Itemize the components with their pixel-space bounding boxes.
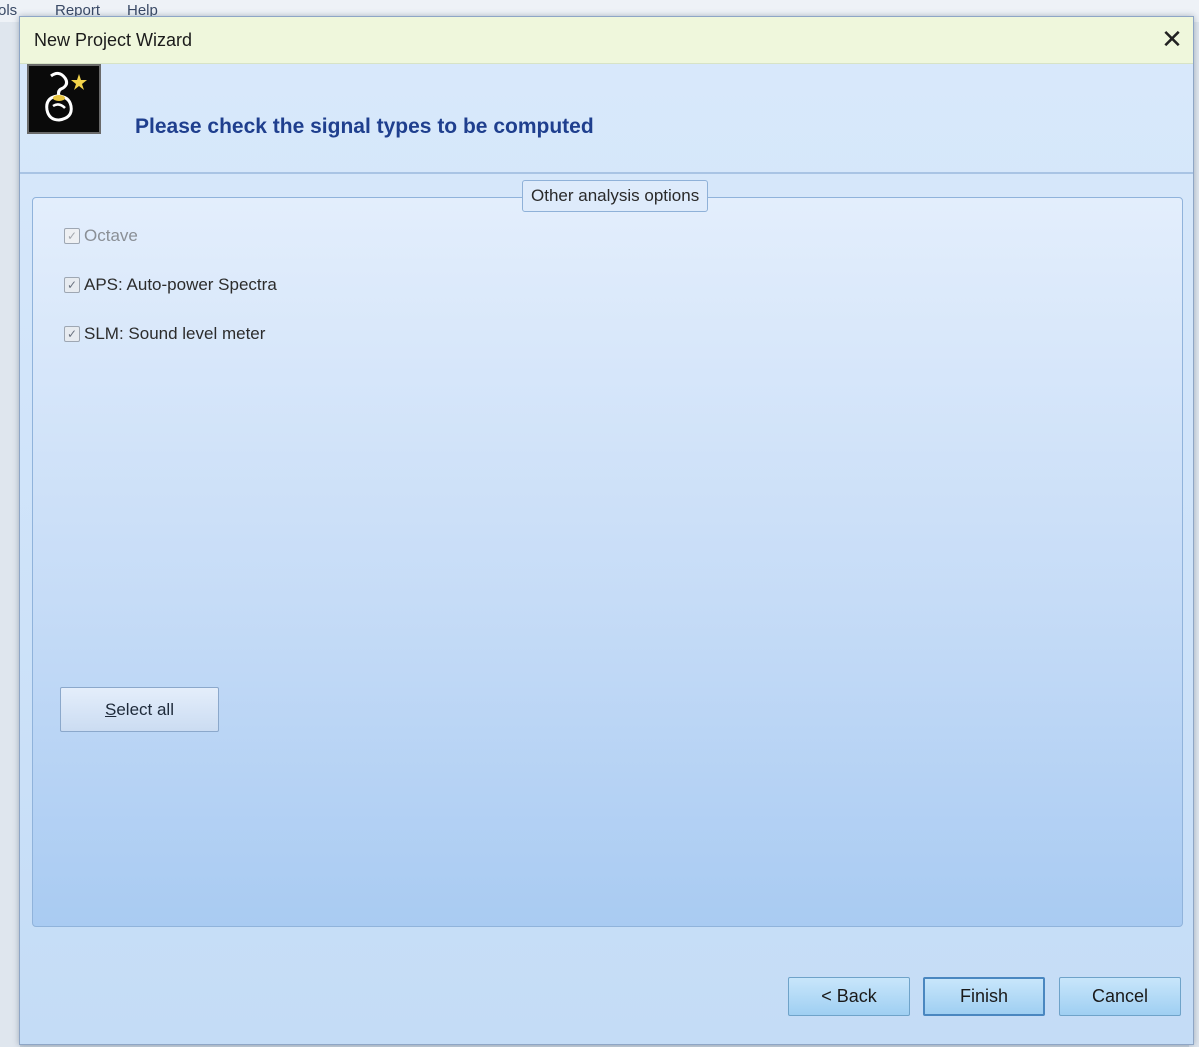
cancel-button[interactable]: Cancel: [1059, 977, 1181, 1016]
option-octave: ✓ Octave: [64, 224, 138, 248]
option-label-slm: SLM: Sound level meter: [84, 324, 266, 343]
wizard-icon: [27, 64, 101, 134]
option-label-octave: Octave: [84, 226, 138, 245]
select-all-button[interactable]: Select all: [60, 687, 219, 732]
checkbox-slm[interactable]: ✓: [64, 326, 80, 342]
background-window-left: [0, 22, 20, 1047]
select-all-label: elect all: [116, 700, 174, 719]
dialog-titlebar[interactable]: New Project Wizard ✕: [20, 17, 1193, 64]
analysis-options-group: Other analysis options ✓ Octave ✓ APS: A…: [32, 180, 1183, 927]
wizard-header: Please check the signal types to be comp…: [20, 64, 1193, 174]
finish-button[interactable]: Finish: [923, 977, 1045, 1016]
close-button[interactable]: ✕: [1155, 23, 1189, 57]
page-title: Please check the signal types to be comp…: [135, 115, 594, 138]
dialog-title: New Project Wizard: [34, 30, 193, 50]
new-project-wizard-dialog: New Project Wizard ✕ Please check the si…: [19, 16, 1194, 1045]
back-button[interactable]: < Back: [788, 977, 910, 1016]
select-all-mnemonic: S: [105, 700, 117, 719]
option-slm[interactable]: ✓ SLM: Sound level meter: [64, 322, 265, 346]
checkbox-octave: ✓: [64, 228, 80, 244]
option-label-aps: APS: Auto-power Spectra: [84, 275, 277, 294]
close-icon: ✕: [1161, 24, 1183, 54]
option-aps[interactable]: ✓ APS: Auto-power Spectra: [64, 273, 277, 297]
menu-item-tools[interactable]: ols: [0, 2, 17, 19]
group-legend: Other analysis options: [522, 180, 709, 212]
checkbox-aps[interactable]: ✓: [64, 277, 80, 293]
